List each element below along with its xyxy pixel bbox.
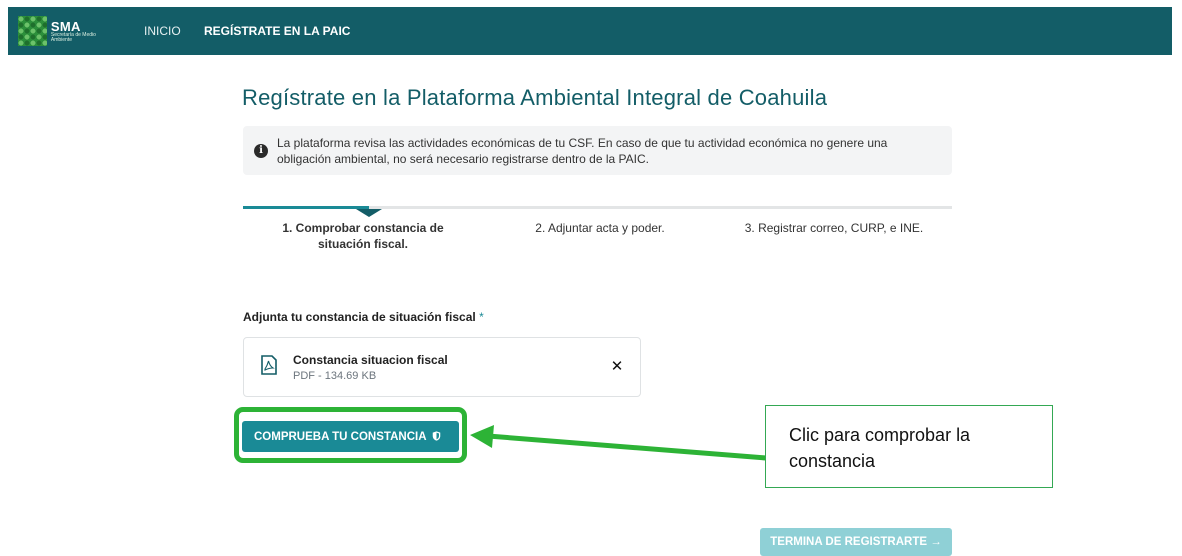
top-navbar: SMA Secretaría de Medio Ambiente INICIO … <box>8 7 1172 55</box>
stepper-active-indicator <box>356 209 382 217</box>
pdf-file-icon <box>261 355 277 375</box>
logo-text: SMA Secretaría de Medio Ambiente <box>51 20 108 43</box>
callout-arrow-icon <box>470 425 767 461</box>
callout-text: Clic para comprobar la constancia <box>789 425 971 471</box>
info-circle-icon: i <box>254 144 268 158</box>
close-icon[interactable]: ✕ <box>609 359 625 375</box>
page-title: Regístrate en la Plataforma Ambiental In… <box>242 85 828 110</box>
logo-emblem-icon <box>18 16 47 46</box>
file-name: Constancia situacion fiscal <box>293 353 448 367</box>
step-1-comprobar: 1. Comprobar constancia de situación fis… <box>282 221 444 251</box>
shield-icon <box>433 430 441 441</box>
instruction-callout: Clic para comprobar la constancia <box>765 405 1053 488</box>
upload-label-text: Adjunta tu constancia de situación fisca… <box>243 310 476 324</box>
stepper-track <box>243 206 952 217</box>
required-mark: * <box>479 310 484 324</box>
finish-registration-button[interactable]: TERMINA DE REGISTRARTE → <box>760 528 952 556</box>
check-button-label: COMPRUEBA TU CONSTANCIA <box>254 430 427 443</box>
uploaded-file-card: Constancia situacion fiscal PDF - 134.69… <box>243 337 641 397</box>
file-meta: PDF - 134.69 KB <box>293 370 377 382</box>
step-2-adjuntar: 2. Adjuntar acta y poder. <box>535 221 665 235</box>
nav-link-registrate[interactable]: REGÍSTRATE EN LA PAIC <box>204 24 350 38</box>
logo-subtitle: Secretaría de Medio Ambiente <box>50 31 96 43</box>
step-3-registrar: 3. Registrar correo, CURP, e INE. <box>744 221 924 235</box>
nav-link-inicio[interactable]: INICIO <box>144 24 181 38</box>
logo-title: SMA <box>50 18 81 34</box>
sma-logo[interactable]: SMA Secretaría de Medio Ambiente <box>18 13 108 49</box>
upload-field-label: Adjunta tu constancia de situación fisca… <box>243 310 484 324</box>
stepper-progress <box>243 206 369 209</box>
check-constancia-button[interactable]: COMPRUEBA TU CONSTANCIA <box>242 421 459 452</box>
info-alert-text: La plataforma revisa las actividades eco… <box>277 136 888 166</box>
info-alert: i La plataforma revisa las actividades e… <box>243 126 952 175</box>
